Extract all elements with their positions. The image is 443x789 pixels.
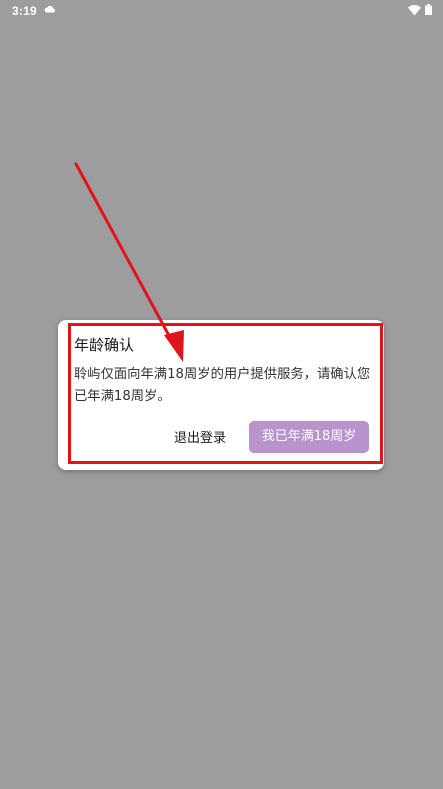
status-bar: 3:19: [0, 0, 443, 22]
wifi-icon: [408, 5, 421, 16]
battery-icon: [425, 4, 432, 15]
annotation-highlight-box: [68, 323, 383, 464]
cloud-icon: [44, 5, 55, 13]
status-time: 3:19: [12, 4, 37, 18]
